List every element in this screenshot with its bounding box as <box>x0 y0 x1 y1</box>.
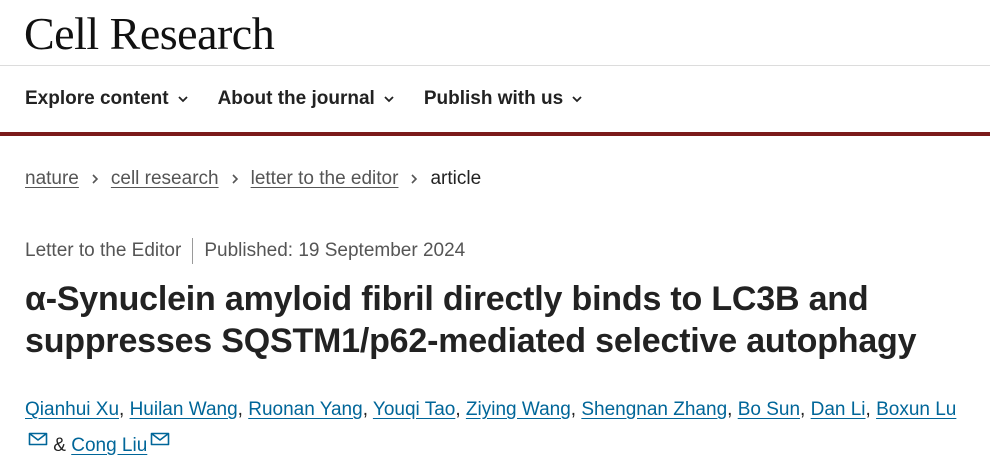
author-link[interactable]: Ruonan Yang <box>248 399 362 420</box>
article-type: Letter to the Editor <box>25 240 182 261</box>
author-link[interactable]: Dan Li <box>811 399 866 420</box>
nav-explore-content[interactable]: Explore content <box>25 88 188 110</box>
nav-about-the-journal[interactable]: About the journal <box>218 88 394 110</box>
article-meta: Letter to the Editor Published: 19 Septe… <box>25 238 465 264</box>
article-title: α-Synuclein amyloid fibril directly bind… <box>25 278 975 362</box>
author-separator: , <box>119 399 130 420</box>
breadcrumb-current: article <box>430 168 482 189</box>
meta-divider <box>192 238 194 264</box>
article-title-line-1: α-Synuclein amyloid fibril directly bind… <box>25 280 869 318</box>
nav-publish-with-us[interactable]: Publish with us <box>424 88 582 110</box>
main-nav: Explore content About the journal Publis… <box>0 66 990 136</box>
author-separator: , <box>237 399 249 420</box>
author-separator: , <box>865 399 877 420</box>
author-link[interactable]: Bo Sun <box>738 399 800 420</box>
breadcrumb-cell-research[interactable]: cell research <box>111 168 219 190</box>
author-separator: , <box>800 399 811 420</box>
chevron-down-icon <box>177 96 188 103</box>
chevron-right-icon <box>92 174 99 184</box>
author-link[interactable]: Cong Liu <box>71 435 147 456</box>
nav-publish-with-us-label: Publish with us <box>423 88 564 109</box>
mail-icon[interactable] <box>150 432 170 446</box>
author-separator: , <box>570 399 582 420</box>
chevron-right-icon <box>411 174 418 184</box>
author-separator: , <box>455 399 466 420</box>
author-separator: & <box>48 435 72 456</box>
mail-icon[interactable] <box>28 432 48 446</box>
chevron-right-icon <box>232 174 238 184</box>
author-link[interactable]: Youqi Tao <box>373 399 455 420</box>
nav-explore-content-label: Explore content <box>25 88 169 109</box>
author-list: Qianhui Xu, Huilan Wang, Ruonan Yang, Yo… <box>25 392 970 464</box>
chevron-down-icon <box>572 96 582 103</box>
author-link[interactable]: Boxun Lu <box>876 399 956 420</box>
breadcrumb: nature cell research letter to the edito… <box>25 168 481 190</box>
published-date: Published: 19 September 2024 <box>204 240 466 261</box>
author-link[interactable]: Shengnan Zhang <box>581 399 727 420</box>
article-title-line-2: suppresses SQSTM1/p62-mediated selective… <box>25 322 917 360</box>
site-header: Cell Research <box>0 0 990 66</box>
author-link[interactable]: Qianhui Xu <box>25 399 119 420</box>
author-separator: , <box>362 399 373 420</box>
breadcrumb-letter-to-the-editor[interactable]: letter to the editor <box>251 168 399 190</box>
author-separator: , <box>727 399 738 420</box>
journal-logo[interactable]: Cell Research <box>24 7 275 60</box>
chevron-down-icon <box>384 96 394 103</box>
breadcrumb-nature[interactable]: nature <box>25 168 79 190</box>
author-link[interactable]: Huilan Wang <box>130 399 238 420</box>
nav-about-the-journal-label: About the journal <box>217 88 375 109</box>
author-link[interactable]: Ziying Wang <box>466 399 571 420</box>
